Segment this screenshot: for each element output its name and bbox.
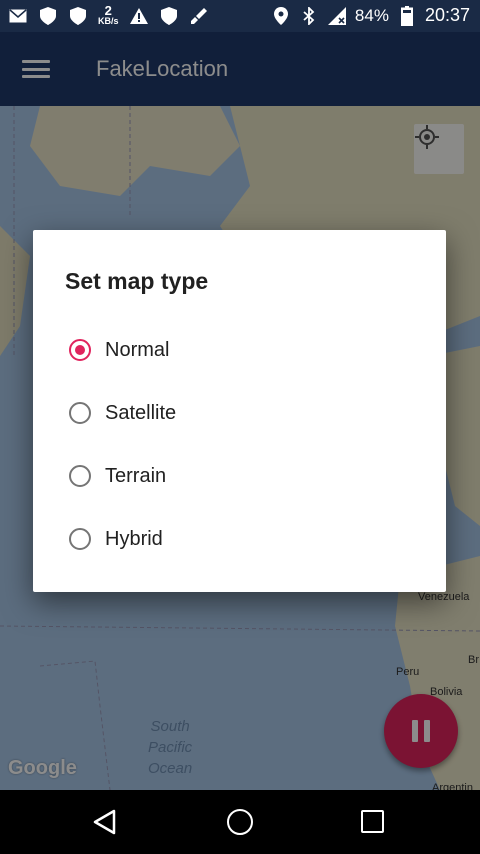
back-icon[interactable] — [92, 809, 118, 835]
radio-selected-icon[interactable] — [69, 339, 91, 361]
shield-icon — [68, 6, 88, 26]
signal-icon — [327, 6, 347, 26]
brush-icon — [189, 6, 209, 26]
speed-indicator: 2 KB/s — [98, 3, 119, 26]
battery-icon — [397, 5, 417, 26]
map-type-option-satellite[interactable]: Satellite — [69, 393, 176, 433]
option-label: Hybrid — [105, 527, 163, 550]
navigation-bar — [0, 790, 480, 854]
location-pin-icon — [271, 6, 291, 26]
shield-icon — [159, 6, 179, 26]
recents-icon[interactable] — [361, 810, 384, 833]
option-label: Terrain — [105, 464, 167, 487]
warning-icon — [129, 6, 149, 26]
radio-unselected-icon[interactable] — [69, 402, 91, 424]
status-left-icons: 2 KB/s — [8, 3, 209, 26]
map-type-option-normal[interactable]: Normal — [69, 330, 169, 370]
clock: 20:37 — [424, 5, 470, 25]
map-type-option-hybrid[interactable]: Hybrid — [69, 519, 163, 559]
dialog-title: Set map type — [65, 268, 209, 294]
home-icon[interactable] — [227, 809, 253, 835]
map-type-option-terrain[interactable]: Terrain — [69, 456, 166, 496]
radio-unselected-icon[interactable] — [69, 528, 91, 550]
mail-icon — [8, 6, 28, 26]
radio-unselected-icon[interactable] — [69, 465, 91, 487]
shield-icon — [38, 6, 58, 26]
status-bar: 2 KB/s 84% 20:37 — [0, 0, 480, 32]
map-type-dialog: Set map type Normal Satellite Terrain Hy… — [33, 230, 446, 592]
bluetooth-icon — [299, 6, 319, 26]
battery-text: 84% — [354, 5, 389, 25]
option-label: Normal — [105, 338, 170, 361]
option-label: Satellite — [105, 401, 177, 424]
status-right-icons: 84% 20:37 — [271, 5, 470, 26]
